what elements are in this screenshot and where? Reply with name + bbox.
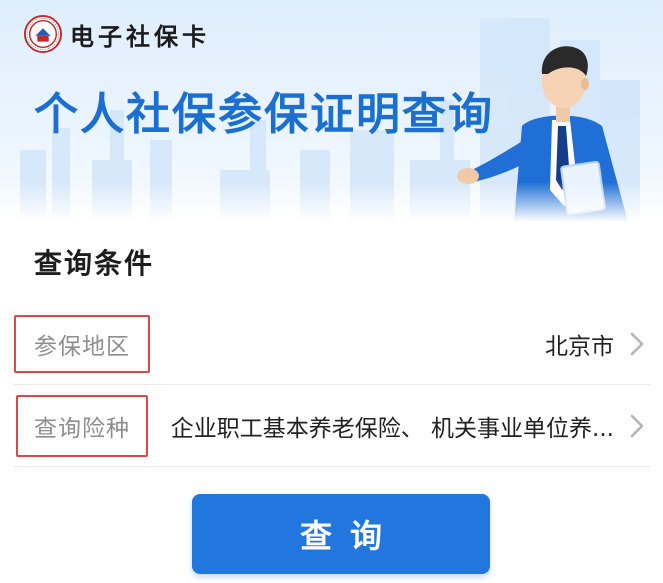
header-banner: 电子社保卡 个人社保参保证明查询 [0,0,663,222]
query-conditions-heading: 查询条件 [34,247,155,280]
brand: 电子社保卡 [24,14,210,54]
insurance-type-row[interactable]: 查询险种 企业职工基本养老保险、 机关事业单位养... [14,385,650,467]
social-security-logo-icon [24,15,62,53]
insured-region-row[interactable]: 参保地区 北京市 [14,303,650,385]
insured-region-value: 北京市 [545,333,614,360]
page-title: 个人社保参保证明查询 [34,89,494,140]
insured-region-label: 参保地区 [14,314,150,373]
insurance-type-value: 企业职工基本养老保险、 机关事业单位养... [170,415,614,442]
brand-name: 电子社保卡 [70,22,210,51]
chevron-right-icon[interactable] [624,329,650,359]
insurance-type-label: 查询险种 [16,394,148,457]
chevron-right-icon[interactable] [624,411,650,441]
query-submit-button[interactable]: 查询 [192,494,490,574]
